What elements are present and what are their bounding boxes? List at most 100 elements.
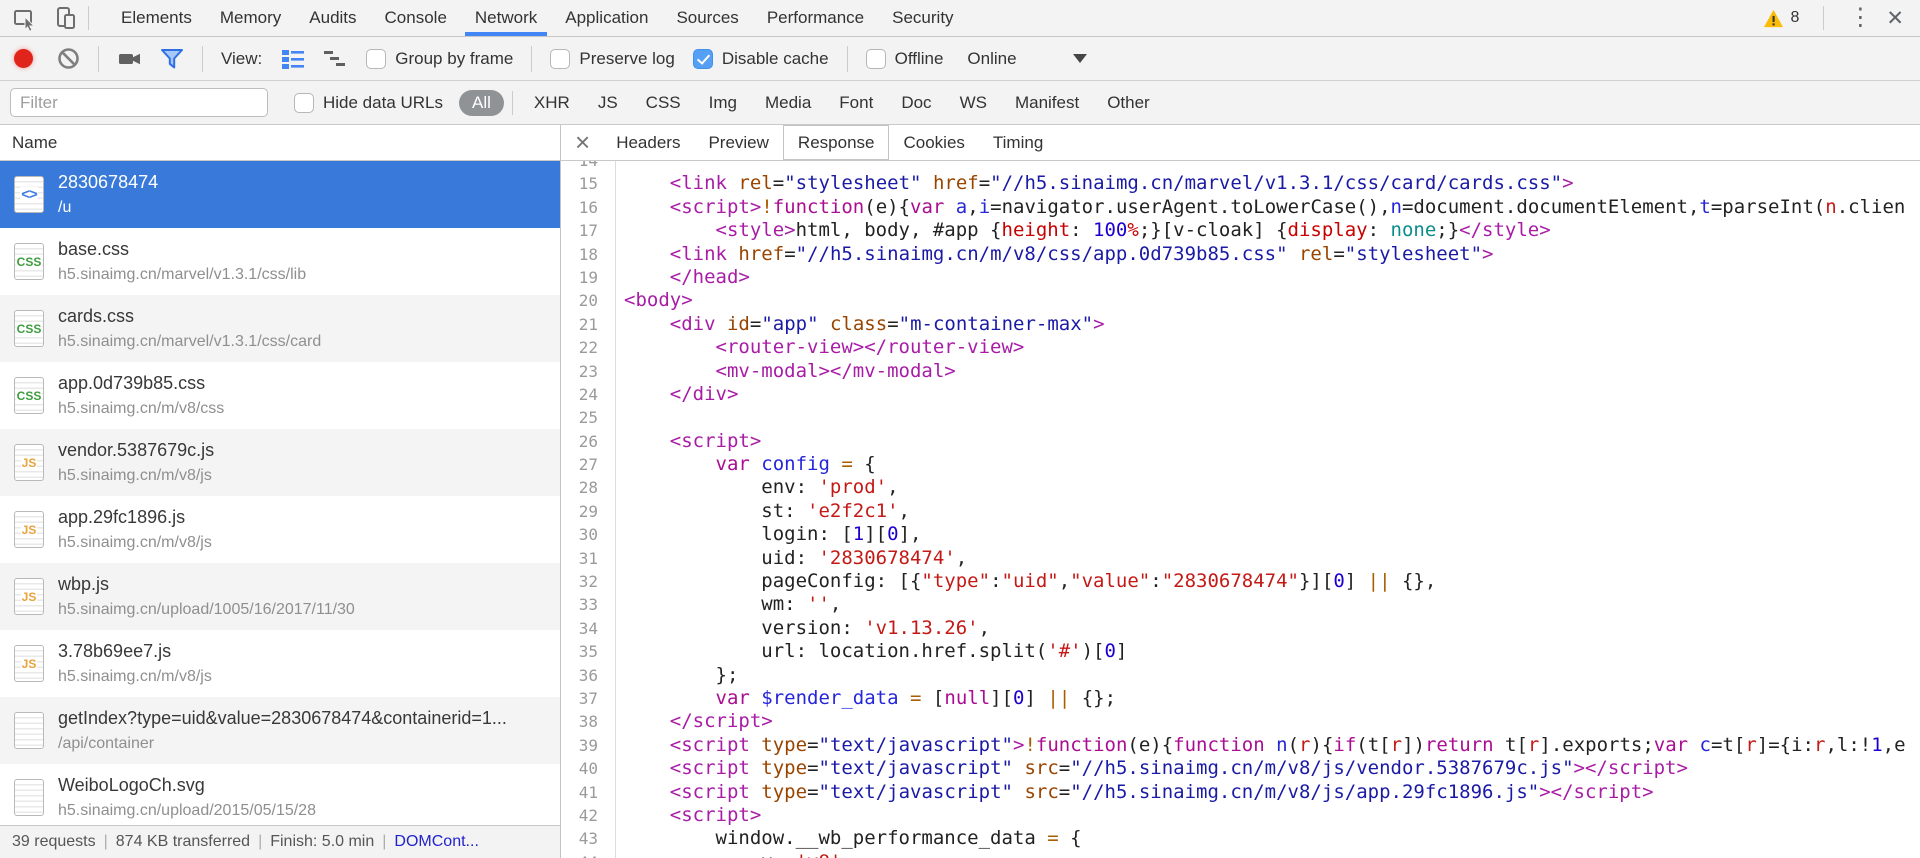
checkbox-box[interactable] (550, 48, 571, 69)
code-line: 40 <script type="text/javascript" src="/… (561, 757, 1920, 780)
request-row[interactable]: JS app.29fc1896.js h5.sinaimg.cn/m/v8/js (0, 496, 560, 563)
checkbox-box[interactable] (692, 48, 713, 69)
filter-pill-css[interactable]: CSS (633, 90, 694, 116)
overview-waterfall-icon[interactable] (323, 48, 348, 70)
details-tab-response[interactable]: Response (782, 125, 890, 160)
filter-pill-manifest[interactable]: Manifest (1002, 90, 1092, 116)
request-name: base.css (58, 239, 130, 259)
request-path: h5.sinaimg.cn/marvel/v1.3.1/css/lib (58, 266, 307, 283)
disable-cache-checkbox[interactable]: Disable cache (692, 48, 829, 69)
checkbox-box[interactable] (294, 92, 314, 113)
code-line: 22 <router-view></router-view> (561, 336, 1920, 359)
offline-checkbox[interactable]: Offline (865, 48, 943, 69)
tab-console[interactable]: Console (371, 0, 461, 36)
line-content: pageConfig: [{"type":"uid","value":"2830… (624, 570, 1437, 593)
group-by-frame-checkbox[interactable]: Group by frame (366, 48, 513, 69)
tab-security[interactable]: Security (878, 0, 967, 36)
request-row[interactable]: WeiboLogoCh.svg h5.sinaimg.cn/upload/2015… (0, 764, 560, 825)
details-tab-cookies[interactable]: Cookies (889, 125, 978, 160)
filter-pill-img[interactable]: Img (696, 90, 750, 116)
checkbox-box[interactable] (865, 48, 886, 69)
close-devtools-icon[interactable]: ✕ (1886, 8, 1904, 29)
filter-pill-ws[interactable]: WS (947, 90, 1000, 116)
response-code-view[interactable]: 1415 <link rel="stylesheet" href="//h5.s… (561, 161, 1920, 858)
line-number: 28 (578, 478, 598, 498)
line-content: var $render_data = [null][0] || {}; (715, 686, 1117, 709)
request-path: h5.sinaimg.cn/m/v8/css (58, 400, 225, 417)
filter-pill-js[interactable]: JS (585, 90, 631, 116)
warning-count: 8 (1790, 9, 1800, 26)
line-number: 40 (578, 759, 598, 779)
file-icon-css: CSS (14, 243, 44, 280)
request-row[interactable]: CSS app.0d739b85.css h5.sinaimg.cn/m/v8/cs… (0, 362, 560, 429)
request-row[interactable]: CSS cards.css h5.sinaimg.cn/marvel/v1.3.1/… (0, 295, 560, 362)
line-number: 30 (578, 525, 598, 545)
details-tab-timing[interactable]: Timing (979, 125, 1057, 160)
filter-pill-all[interactable]: All (459, 89, 504, 116)
code-line: 38 </script> (561, 710, 1920, 733)
request-row[interactable]: <> 2830678474/u (0, 161, 560, 228)
checkbox-box[interactable] (366, 48, 387, 69)
devtools-tabbar-right: 8 ⋮ ✕ (1763, 6, 1920, 30)
inspect-element-icon[interactable] (12, 5, 38, 31)
line-content (607, 161, 624, 172)
throttling-select[interactable]: Online (967, 49, 1016, 69)
filter-pill-font[interactable]: Font (826, 90, 886, 116)
clear-network-log-button[interactable] (57, 47, 80, 70)
line-number: 43 (578, 829, 598, 849)
tab-memory[interactable]: Memory (206, 0, 295, 36)
divider: | (258, 833, 263, 850)
divider (511, 90, 513, 115)
request-row-text: 2830678474/u (58, 172, 158, 217)
warning-triangle-icon (1764, 9, 1784, 27)
device-toolbar-icon[interactable] (52, 5, 78, 31)
hide-data-urls-checkbox[interactable]: Hide data URLs (294, 92, 443, 113)
request-row[interactable]: JS wbp.js h5.sinaimg.cn/upload/1005/16/201… (0, 563, 560, 630)
filter-pill-other[interactable]: Other (1094, 90, 1163, 116)
summary-item: 39 requests (12, 833, 96, 850)
line-number: 38 (578, 712, 598, 732)
name-column-header[interactable]: Name (0, 125, 560, 161)
warnings-badge[interactable]: 8 (1763, 9, 1799, 28)
code-line: 19 </head> (561, 266, 1920, 289)
line-content: var config = { (715, 453, 876, 476)
camera-icon[interactable] (117, 47, 142, 71)
close-details-icon[interactable]: × (561, 125, 602, 160)
network-main: Name <> 2830678474/u CSS base.css h5.sinaimg… (0, 125, 1920, 858)
preserve-log-checkbox[interactable]: Preserve log (550, 48, 675, 69)
request-row[interactable]: JS 3.78b69ee7.js h5.sinaimg.cn/m/v8/js (0, 630, 560, 697)
request-name: vendor.5387679c.js (58, 440, 215, 460)
filter-pill-doc[interactable]: Doc (888, 90, 944, 116)
filter-funnel-icon[interactable] (160, 47, 184, 70)
tab-application[interactable]: Application (551, 0, 662, 36)
chevron-down-icon[interactable] (1072, 54, 1087, 63)
details-tab-headers[interactable]: Headers (602, 125, 694, 160)
code-line: 35 url: location.href.split('#')[0] (561, 640, 1920, 663)
kebab-menu-icon[interactable]: ⋮ (1848, 6, 1872, 30)
request-row[interactable]: CSS base.css h5.sinaimg.cn/marvel/v1.3.1/c… (0, 228, 560, 295)
large-request-rows-icon[interactable] (280, 48, 305, 70)
code-line: 41 <script type="text/javascript" src="/… (561, 781, 1920, 804)
filter-pill-xhr[interactable]: XHR (521, 90, 583, 116)
tab-performance[interactable]: Performance (753, 0, 878, 36)
filter-pill-media[interactable]: Media (752, 90, 824, 116)
request-row[interactable]: JS vendor.5387679c.js h5.sinaimg.cn/m/v8/j… (0, 429, 560, 496)
line-content: </div> (669, 382, 739, 405)
requests-list: <> 2830678474/u CSS base.css h5.sinaimg.cn/m… (0, 161, 560, 825)
request-row[interactable]: getIndex?type=uid&value=2830678474&conta… (0, 697, 560, 764)
file-icon-js: JS (14, 511, 44, 548)
summary-item: 874 KB transferred (115, 833, 251, 850)
details-tab-preview[interactable]: Preview (694, 125, 782, 160)
tab-sources[interactable]: Sources (662, 0, 752, 36)
line-number: 21 (578, 314, 598, 334)
tab-elements[interactable]: Elements (107, 0, 206, 36)
record-network-log-button[interactable] (14, 49, 33, 68)
filter-input[interactable] (10, 88, 268, 117)
tab-network[interactable]: Network (461, 0, 551, 36)
line-content: <router-view></router-view> (715, 336, 1025, 359)
line-content: uid: '2830678474', (624, 546, 968, 569)
tab-audits[interactable]: Audits (295, 0, 370, 36)
devtools-tabbar: Elements Memory Audits Console Network Applic… (0, 0, 1920, 37)
line-number: 32 (578, 572, 598, 592)
view-label: View: (221, 48, 263, 68)
